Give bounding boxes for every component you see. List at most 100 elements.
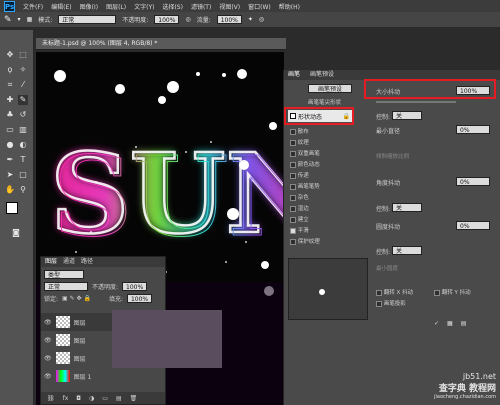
layer-blend-select[interactable]: 正常 — [44, 282, 88, 291]
fill-field[interactable]: 100% — [126, 294, 153, 303]
adjustment-icon[interactable]: ◑ — [89, 395, 94, 402]
trash-icon[interactable]: 🗑 — [130, 395, 138, 402]
menu-view[interactable]: 视图(V) — [219, 2, 240, 11]
menu-image[interactable]: 图像(I) — [80, 2, 98, 11]
wet-edges-item[interactable]: 湿边 — [290, 204, 309, 212]
visibility-eye-icon[interactable]: 👁 — [44, 337, 52, 344]
layer-thumbnail — [55, 316, 70, 328]
mode-label: 模式: — [38, 17, 53, 24]
angle-control-label: 控制: — [376, 206, 391, 213]
brush-tip-shape[interactable]: 画笔笔尖形状 — [308, 98, 341, 106]
annotation-box — [284, 107, 354, 125]
gradient-icon[interactable]: ▥ — [18, 125, 28, 135]
menu-select[interactable]: 选择(S) — [162, 2, 183, 11]
menu-type[interactable]: 文字(Y) — [134, 2, 154, 11]
layer-opacity-field[interactable]: 100% — [122, 282, 148, 291]
brush-size-picker[interactable]: ▾ — [18, 16, 21, 23]
quick-mask-icon[interactable]: ◙ — [11, 228, 21, 238]
tab-brush-presets[interactable]: 画笔预设 — [306, 70, 338, 80]
lock-label: 锁定: — [44, 296, 59, 303]
roundness-control-select[interactable]: 关 — [392, 246, 422, 255]
noise-item[interactable]: 杂色 — [290, 193, 309, 201]
zoom-tool-icon[interactable]: ⚲ — [18, 185, 28, 195]
eyedropper-icon[interactable]: ⁄ — [18, 80, 28, 90]
path-select-icon[interactable]: ➤ — [5, 170, 15, 180]
pressure-opacity-icon[interactable]: ◎ — [185, 16, 190, 23]
roundness-jitter-field[interactable]: 0% — [456, 221, 490, 230]
link-layers-icon[interactable]: ⛓ — [47, 395, 55, 402]
brush-panel-toggle-icon[interactable]: ▦ — [27, 16, 33, 23]
new-brush-icon[interactable]: ▤ — [461, 320, 467, 327]
menu-layer[interactable]: 图层(L) — [106, 2, 126, 11]
menu-edit[interactable]: 编辑(E) — [51, 2, 71, 11]
flow-field[interactable]: 100% — [216, 15, 242, 24]
fx-icon[interactable]: fx — [63, 395, 69, 402]
blur-tool-icon[interactable]: ● — [5, 140, 15, 150]
brush-projection[interactable]: 画笔投影 — [376, 299, 406, 307]
tab-paths[interactable]: 路径 — [81, 257, 93, 267]
scatter-item[interactable]: 散布 — [290, 127, 309, 135]
pen-tool-icon[interactable]: ✒ — [5, 155, 15, 165]
tab-channels[interactable]: 通道 — [63, 257, 75, 267]
marquee-tool-icon[interactable]: ⬚ — [18, 50, 28, 60]
opacity-field[interactable]: 100% — [154, 15, 180, 24]
watermark-line-3: jiaocheng.chazidian.com — [434, 394, 496, 400]
brush-tool-icon[interactable]: ✎ — [4, 15, 12, 25]
mask-icon[interactable]: ◘ — [76, 395, 81, 402]
rectangle-tool-icon[interactable]: ▢ — [18, 170, 28, 180]
flip-x-jitter[interactable]: 翻转 X 抖动 — [376, 288, 413, 296]
opacity-label: 不透明度: — [122, 17, 149, 24]
tab-layers[interactable]: 图层 — [45, 257, 57, 267]
pressure-size-icon[interactable]: ◎ — [259, 16, 264, 23]
lock-icons[interactable]: ▣ ✎ ✥ 🔒 — [62, 295, 91, 302]
texture-item[interactable]: 纹理 — [290, 138, 309, 146]
layer-row[interactable]: 👁 图层 1 — [41, 367, 165, 385]
protect-texture-item[interactable]: 保护纹理 — [290, 237, 320, 245]
visibility-eye-icon[interactable]: 👁 — [44, 355, 52, 362]
brush-pose-item[interactable]: 画笔笔势 — [290, 182, 320, 190]
flip-y-jitter[interactable]: 翻转 Y 抖动 — [434, 288, 471, 296]
smoothing-item[interactable]: 平滑 — [290, 226, 309, 234]
lasso-tool-icon[interactable]: ϙ — [5, 65, 15, 75]
visibility-eye-icon[interactable]: 👁 — [44, 373, 52, 380]
menu-file[interactable]: 文件(F) — [23, 2, 43, 11]
build-up-item[interactable]: 建立 — [290, 215, 309, 223]
type-tool-icon[interactable]: T — [18, 155, 28, 165]
layer-thumbnail — [55, 334, 70, 346]
visibility-eye-icon[interactable]: 👁 — [44, 319, 52, 326]
dual-brush-item[interactable]: 双重画笔 — [290, 149, 320, 157]
history-brush-icon[interactable]: ↺ — [18, 110, 28, 120]
magic-wand-icon[interactable]: ✧ — [18, 65, 28, 75]
menu-help[interactable]: 帮助(H) — [279, 2, 300, 11]
grid-icon[interactable]: ▦ — [447, 320, 453, 327]
transfer-item[interactable]: 传递 — [290, 171, 309, 179]
clone-stamp-icon[interactable]: ♣ — [5, 110, 15, 120]
color-dynamics-item[interactable]: 颜色动态 — [290, 160, 320, 168]
new-layer-icon[interactable]: ▤ — [116, 395, 122, 402]
brush-tool-icon[interactable]: ✎ — [18, 95, 28, 105]
crop-tool-icon[interactable]: ⌗ — [5, 80, 15, 90]
eraser-icon[interactable]: ▭ — [5, 125, 15, 135]
layer-filter-select[interactable]: 类型 — [44, 270, 84, 279]
dodge-tool-icon[interactable]: ◐ — [18, 140, 28, 150]
hand-tool-icon[interactable]: ✋ — [5, 185, 15, 195]
airbrush-icon[interactable]: ✦ — [248, 16, 253, 23]
angle-jitter-field[interactable]: 0% — [456, 177, 490, 186]
group-icon[interactable]: ▭ — [102, 395, 108, 402]
toggle-preview-icon[interactable]: ✓ — [434, 320, 439, 327]
mode-select[interactable]: 正常 — [58, 15, 117, 24]
control-select[interactable]: 关 — [392, 111, 422, 120]
tab-brush[interactable]: 画笔 — [284, 70, 304, 80]
layer-footer: ⛓ fx ◘ ◑ ▭ ▤ 🗑 — [41, 392, 165, 404]
angle-control-select[interactable]: 关 — [392, 203, 422, 212]
move-tool-icon[interactable]: ✥ — [5, 50, 15, 60]
foreground-color-swatch[interactable] — [6, 202, 18, 214]
min-diameter-field[interactable]: 0% — [456, 125, 490, 134]
healing-brush-icon[interactable]: ✚ — [5, 95, 15, 105]
menu-filter[interactable]: 滤镜(T) — [191, 2, 211, 11]
brush-panel: 画笔 画笔预设 画笔预设 画笔笔尖形状 形状动态 🔒 散布 纹理 双重画笔 颜色… — [283, 70, 500, 405]
menu-window[interactable]: 窗口(W) — [248, 2, 271, 11]
document-tab[interactable]: 未标题-1.psd @ 100% (图层 4, RGB/8) * — [36, 38, 286, 50]
size-jitter-slider[interactable] — [376, 101, 456, 103]
brush-presets-button[interactable]: 画笔预设 — [308, 84, 352, 93]
